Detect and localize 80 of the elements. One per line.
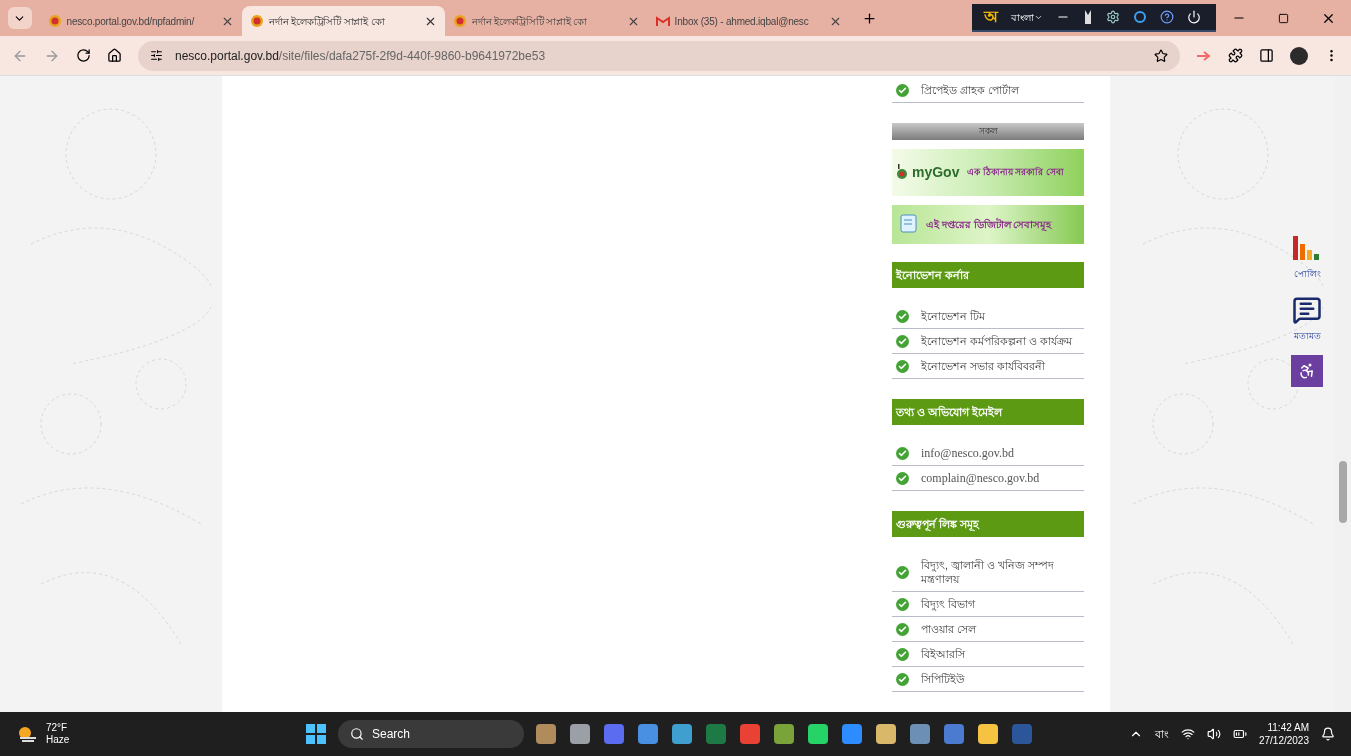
weather-icon[interactable]: [16, 725, 38, 743]
sidebar-link[interactable]: সিপিটিইউ: [892, 667, 1084, 692]
feedback-link[interactable]: মতামত: [1293, 329, 1321, 343]
site-logo-icon: [47, 14, 62, 28]
banner-text: এক ঠিকানায় সরকারি সেবা: [967, 165, 1064, 179]
url-text: nesco.portal.gov.bd/site/files/dafa275f-2f9d-440f-9860-b9641972be53: [175, 47, 547, 65]
language-selector[interactable]: বাংলা: [1010, 9, 1043, 25]
poll-link[interactable]: পোলিং: [1293, 268, 1321, 282]
tab-search-button[interactable]: [8, 7, 32, 29]
section-header: ইনোভেশন কর্নার: [892, 262, 1084, 289]
accessibility-icon: [1298, 362, 1316, 380]
browser-tab[interactable]: nesco.portal.gov.bd/npfadmin/: [39, 6, 243, 36]
tab-title: নর্দান ইলেকট্রিসিটি সাপ্লাই কো: [471, 14, 589, 29]
sidebar-link[interactable]: প্রিপেইড গ্রাহক পোর্টাল: [892, 78, 1084, 103]
check-icon: [896, 647, 909, 661]
section-header: তথ্য ও অভিযোগ ইমেইল: [892, 399, 1084, 425]
check-icon: [896, 471, 909, 485]
weather-text: Haze: [46, 734, 70, 746]
browser-e-icon[interactable]: [1132, 10, 1147, 24]
section-header: গুরুত্বপূর্ন লিঙ্ক সমূহ: [892, 511, 1084, 537]
taskbar-search[interactable]: Search: [338, 720, 524, 748]
bookmark-star-icon[interactable]: [1154, 48, 1168, 63]
browser-tab[interactable]: নর্দান ইলেকট্রিসিটি সাপ্লাই কো: [444, 6, 648, 36]
search-icon: [350, 727, 364, 741]
tab-title: Inbox (35) - ahmed.iqbal@nesc: [674, 14, 810, 29]
notification-icon[interactable]: [1321, 727, 1335, 741]
check-icon: [896, 359, 909, 373]
check-icon: [896, 672, 909, 686]
windows-start-icon[interactable]: [306, 724, 326, 744]
help-icon[interactable]: [1159, 10, 1174, 24]
sidebar-link[interactable]: info@nesco.gov.bd: [892, 441, 1084, 466]
extensions-icon[interactable]: [1228, 48, 1243, 63]
mygov-logo-text: myGov: [912, 162, 960, 182]
plus-icon: [861, 10, 877, 26]
site-info-icon[interactable]: [150, 49, 163, 62]
digital-services-banner[interactable]: এই দপ্তরের ডিজিটাল সেবাসমূহ: [892, 204, 1084, 245]
side-panel-icon[interactable]: [1259, 48, 1274, 63]
maximize-icon: [1278, 12, 1289, 24]
sidebar-link[interactable]: ইনোভেশন কর্মপরিকল্পনা ও কার্যক্রম: [892, 329, 1084, 355]
sidebar-link[interactable]: complain@nesco.gov.bd: [892, 466, 1084, 491]
site-logo-icon: [452, 14, 467, 28]
ime-logo[interactable]: অ: [983, 5, 998, 29]
sidebar-link[interactable]: বিদ্যুৎ, জ্বালানী ও খনিজ সম্পদ মন্ত্রণালয়: [892, 553, 1084, 592]
accessibility-button[interactable]: [1291, 355, 1323, 387]
check-icon: [896, 622, 909, 636]
volume-icon[interactable]: [1206, 727, 1221, 741]
browser-tab[interactable]: Inbox (35) - ahmed.iqbal@nesc: [647, 6, 851, 36]
sidebar-link[interactable]: বিইআরসি: [892, 642, 1084, 667]
tab-title: নর্দান ইলেকট্রিসিটি সাপ্লাই কো: [269, 14, 386, 29]
sidebar-link[interactable]: বিদ্যুৎ বিভাগ: [892, 592, 1084, 617]
clock-time[interactable]: 11:42 AM: [1267, 721, 1309, 734]
wifi-icon[interactable]: [1180, 727, 1195, 741]
check-icon: [896, 597, 909, 611]
settings-icon[interactable]: [1105, 10, 1120, 24]
reload-icon[interactable]: [76, 48, 91, 63]
browser-tab[interactable]: নর্দান ইলেকট্রিসিটি সাপ্লাই কো: [242, 6, 445, 36]
battery-icon[interactable]: [1232, 727, 1247, 741]
sidebar-link[interactable]: পাওয়ার সেল: [892, 617, 1084, 642]
sidebar-link[interactable]: ইনোভেশন সভার কার্যবিবরনী: [892, 354, 1084, 380]
tablet-icon: [900, 214, 918, 235]
mail-icon: [655, 15, 670, 27]
home-icon[interactable]: [107, 48, 122, 63]
check-icon: [896, 446, 909, 460]
tab-title: nesco.portal.gov.bd/npfadmin/: [66, 14, 196, 29]
address-bar[interactable]: nesco.portal.gov.bd/site/files/dafa275f-2f9d-440f-9860-b9641972be53: [138, 40, 1180, 71]
check-icon: [896, 309, 909, 323]
logo-icon: [896, 164, 908, 181]
input-language[interactable]: বাং: [1154, 725, 1169, 743]
site-logo-icon: [250, 14, 265, 28]
temperature-text: 72°F: [46, 722, 69, 734]
clock-date[interactable]: 27/12/2023: [1258, 734, 1309, 747]
check-icon: [896, 334, 909, 348]
check-icon: [896, 565, 909, 579]
check-icon: [896, 83, 909, 97]
mygov-banner[interactable]: myGov এক ঠিকানায় সরকারি সেবা: [892, 149, 1084, 196]
power-icon[interactable]: [1186, 10, 1201, 24]
banner-text: এই দপ্তরের ডিজিটাল সেবাসমূহ: [926, 217, 1052, 232]
sidebar-link[interactable]: ইনোভেশন টিম: [892, 304, 1084, 330]
all-button[interactable]: সকল: [892, 123, 1084, 141]
avatar[interactable]: [1290, 46, 1308, 65]
